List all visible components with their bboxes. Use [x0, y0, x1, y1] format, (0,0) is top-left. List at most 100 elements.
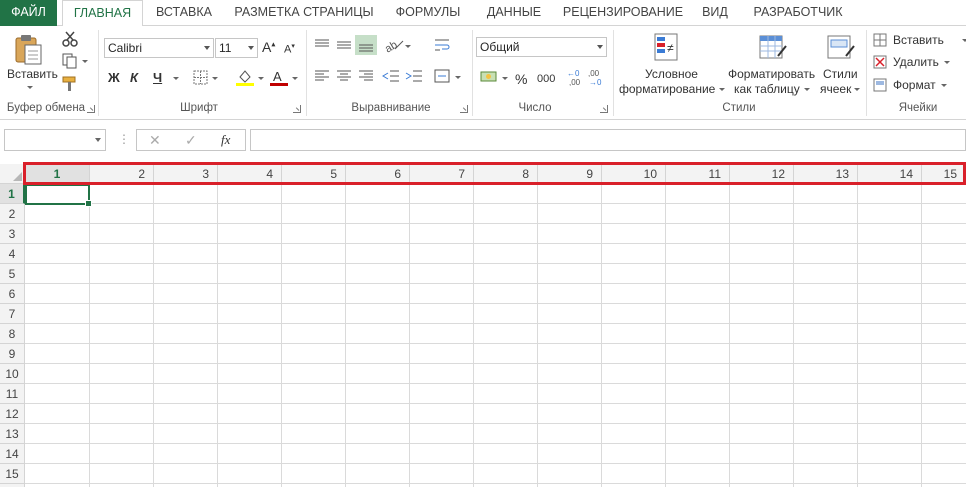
conditional-dropdown-icon[interactable] — [719, 88, 725, 91]
tab-home[interactable]: ГЛАВНАЯ — [62, 0, 143, 27]
alignment-launcher-icon[interactable] — [460, 105, 468, 113]
column-header-11[interactable]: 11 — [666, 164, 730, 184]
format-table-dropdown-icon[interactable] — [804, 88, 810, 91]
insert-cells-icon[interactable] — [873, 33, 889, 50]
decrease-font-icon[interactable]: A▾ — [284, 42, 295, 56]
insert-cells-label[interactable]: Вставить — [893, 33, 944, 47]
column-header-15[interactable]: 15 — [922, 164, 966, 184]
column-header-1[interactable]: 1 — [25, 164, 90, 184]
font-name-select[interactable]: Calibri — [104, 38, 214, 58]
paste-button[interactable] — [14, 32, 44, 69]
align-center-icon[interactable] — [336, 70, 352, 85]
increase-indent-icon[interactable] — [405, 69, 423, 86]
active-cell[interactable] — [25, 184, 92, 207]
font-color-icon[interactable]: A — [270, 68, 288, 89]
row-header-14[interactable]: 14 — [0, 444, 25, 464]
column-header-4[interactable]: 4 — [218, 164, 282, 184]
borders-icon[interactable] — [193, 70, 209, 89]
copy-icon[interactable] — [62, 53, 78, 72]
row-header-6[interactable]: 6 — [0, 284, 25, 304]
wrap-text-icon[interactable] — [434, 37, 450, 56]
format-as-table-icon[interactable] — [758, 32, 788, 65]
number-format-select[interactable]: Общий — [476, 37, 607, 57]
name-box[interactable] — [4, 129, 106, 151]
tab-formulas[interactable]: ФОРМУЛЫ — [384, 0, 472, 26]
row-header-15[interactable]: 15 — [0, 464, 25, 484]
percent-button[interactable]: % — [515, 71, 527, 87]
borders-dropdown-icon[interactable] — [212, 77, 218, 80]
merge-center-icon[interactable] — [434, 69, 450, 86]
underline-button[interactable]: Ч — [153, 70, 162, 85]
paste-label[interactable]: Вставить — [7, 67, 58, 81]
select-all-button[interactable] — [0, 164, 25, 184]
tab-view[interactable]: ВИД — [692, 0, 738, 26]
delete-cells-icon[interactable] — [873, 55, 889, 72]
format-as-table-label-2[interactable]: как таблицу — [734, 82, 800, 96]
column-header-13[interactable]: 13 — [794, 164, 858, 184]
column-header-7[interactable]: 7 — [410, 164, 474, 184]
column-header-14[interactable]: 14 — [858, 164, 922, 184]
fill-color-dropdown-icon[interactable] — [258, 77, 264, 80]
decrease-decimal-icon[interactable]: ,00 →0 — [588, 68, 606, 89]
delete-cells-dropdown-icon[interactable] — [944, 61, 950, 64]
formula-input[interactable] — [250, 129, 966, 151]
column-header-8[interactable]: 8 — [474, 164, 538, 184]
delete-cells-label[interactable]: Удалить — [893, 55, 939, 69]
row-header-11[interactable]: 11 — [0, 384, 25, 404]
clipboard-launcher-icon[interactable] — [87, 105, 95, 113]
align-left-icon[interactable] — [314, 70, 330, 85]
bold-button[interactable]: Ж — [108, 70, 120, 85]
tab-page-layout[interactable]: РАЗМЕТКА СТРАНИЦЫ — [226, 0, 382, 26]
row-header-8[interactable]: 8 — [0, 324, 25, 344]
italic-button[interactable]: К — [130, 70, 138, 85]
row-header-10[interactable]: 10 — [0, 364, 25, 384]
cell-styles-label-2[interactable]: ячеек — [820, 82, 851, 96]
column-header-3[interactable]: 3 — [154, 164, 218, 184]
column-header-9[interactable]: 9 — [538, 164, 602, 184]
row-header-9[interactable]: 9 — [0, 344, 25, 364]
align-bottom-icon[interactable] — [355, 35, 377, 55]
orientation-dropdown-icon[interactable] — [405, 45, 411, 48]
thousands-button[interactable]: 000 — [537, 73, 555, 85]
fill-color-icon[interactable] — [236, 68, 254, 89]
underline-dropdown-icon[interactable] — [173, 77, 179, 80]
format-cells-dropdown-icon[interactable] — [941, 84, 947, 87]
cancel-icon[interactable]: ✕ — [149, 132, 161, 149]
column-header-5[interactable]: 5 — [282, 164, 346, 184]
merge-dropdown-icon[interactable] — [455, 76, 461, 79]
paste-dropdown-icon[interactable] — [27, 86, 33, 89]
conditional-formatting-icon[interactable]: ≠ — [653, 32, 681, 65]
cell-styles-dropdown-icon[interactable] — [854, 88, 860, 91]
number-launcher-icon[interactable] — [600, 105, 608, 113]
cell-styles-icon[interactable] — [826, 32, 856, 65]
align-top-icon[interactable] — [314, 39, 330, 54]
column-header-12[interactable]: 12 — [730, 164, 794, 184]
row-header-2[interactable]: 2 — [0, 204, 25, 224]
currency-dropdown-icon[interactable] — [502, 77, 508, 80]
font-size-select[interactable]: 11 — [215, 38, 258, 58]
increase-font-icon[interactable]: A▴ — [262, 39, 275, 55]
decrease-indent-icon[interactable] — [382, 69, 400, 86]
tab-insert[interactable]: ВСТАВКА — [145, 0, 223, 26]
insert-function-icon[interactable]: fx — [221, 132, 230, 148]
tab-data[interactable]: ДАННЫЕ — [474, 0, 554, 26]
align-right-icon[interactable] — [358, 70, 374, 85]
column-header-10[interactable]: 10 — [602, 164, 666, 184]
cut-icon[interactable] — [62, 31, 78, 50]
font-color-dropdown-icon[interactable] — [292, 77, 298, 80]
format-cells-icon[interactable] — [873, 78, 889, 95]
currency-format-icon[interactable] — [480, 69, 500, 88]
copy-dropdown-icon[interactable] — [82, 60, 88, 63]
row-header-3[interactable]: 3 — [0, 224, 25, 244]
splitter-icon[interactable]: ⋮ — [118, 132, 130, 146]
column-header-6[interactable]: 6 — [346, 164, 410, 184]
row-header-13[interactable]: 13 — [0, 424, 25, 444]
worksheet-grid[interactable]: 1 2 3 4 5 6 7 8 9 10 11 12 13 14 15 1 2 3 4 5 6 7 8 9 10 11 12 13 1… — [0, 162, 966, 487]
tab-file[interactable]: ФАЙЛ — [0, 0, 57, 26]
row-header-5[interactable]: 5 — [0, 264, 25, 284]
conditional-formatting-label-2[interactable]: форматирование — [619, 82, 715, 96]
align-middle-icon[interactable] — [336, 39, 352, 54]
insert-cells-dropdown-icon[interactable] — [962, 39, 966, 42]
row-header-7[interactable]: 7 — [0, 304, 25, 324]
tab-review[interactable]: РЕЦЕНЗИРОВАНИЕ — [556, 0, 690, 26]
